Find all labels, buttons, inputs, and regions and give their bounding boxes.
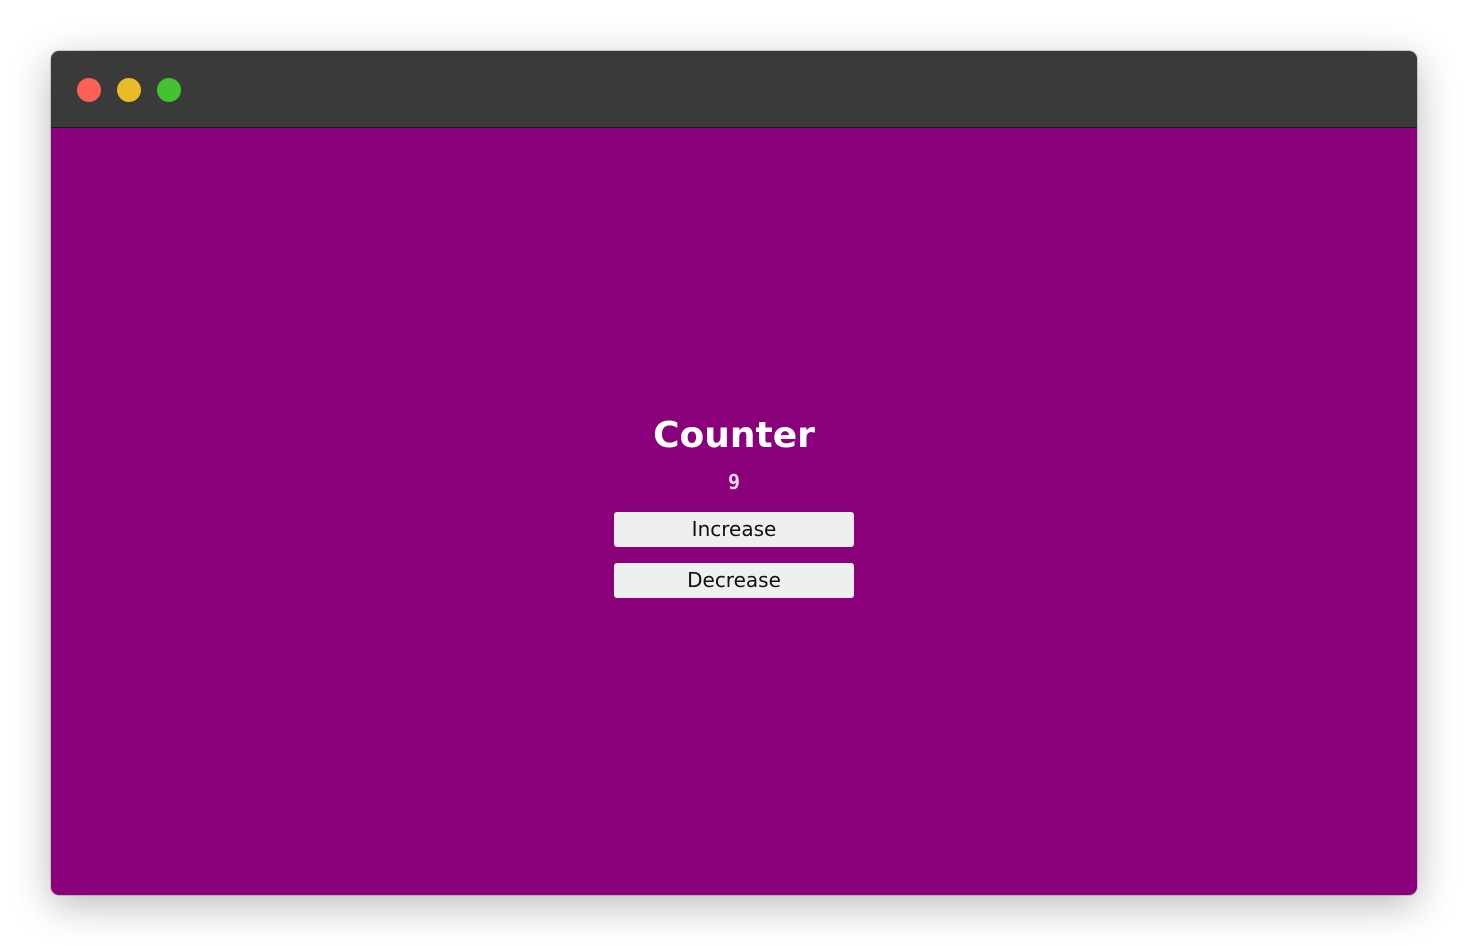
close-icon[interactable]	[77, 78, 101, 102]
title-bar[interactable]	[51, 51, 1417, 128]
decrease-button[interactable]: Decrease	[614, 563, 854, 598]
minimize-icon[interactable]	[117, 78, 141, 102]
app-window: Counter 9 Increase Decrease	[51, 51, 1417, 895]
maximize-icon[interactable]	[157, 78, 181, 102]
counter-value: 9	[727, 470, 741, 494]
page-title: Counter	[653, 415, 815, 456]
increase-button[interactable]: Increase	[614, 512, 854, 547]
app-content: Counter 9 Increase Decrease	[51, 128, 1417, 895]
